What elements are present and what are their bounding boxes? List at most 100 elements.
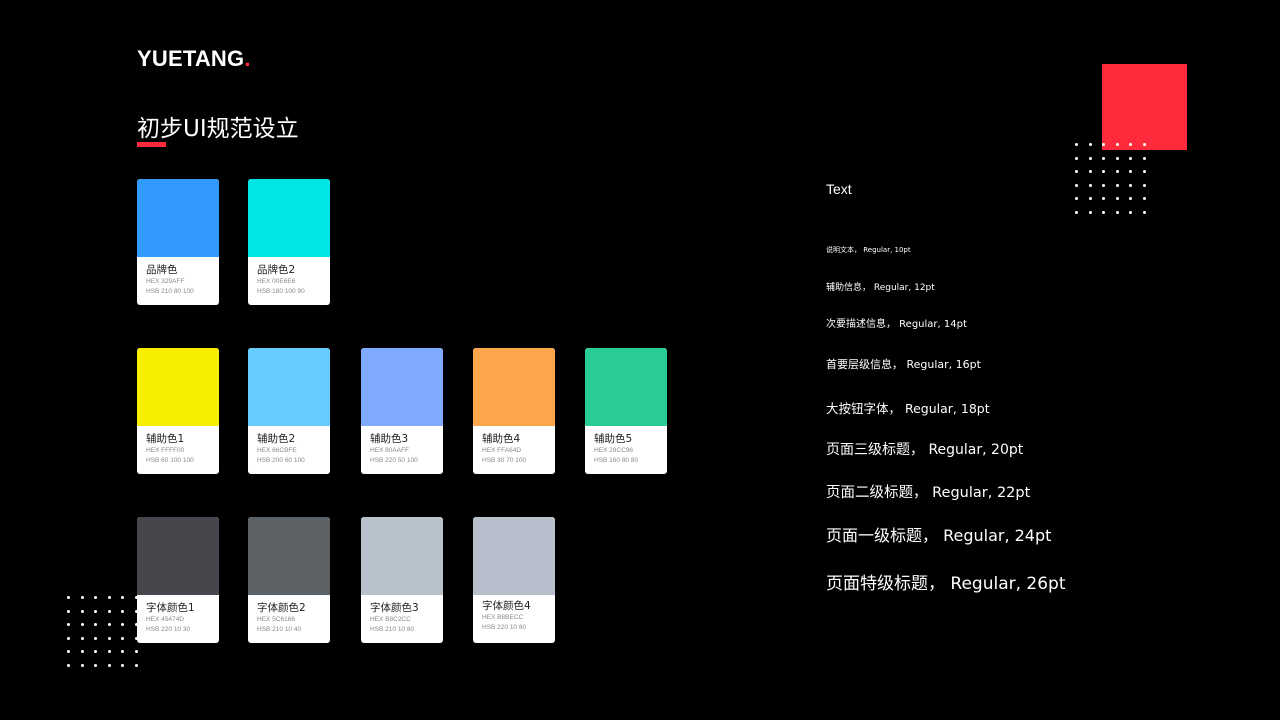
dot bbox=[80, 650, 84, 654]
color-swatch-accent-4: 辅助色4 HEX FFA64D HSB 30 70 100 bbox=[473, 348, 555, 474]
color-swatch-accent-2: 辅助色2 HEX 66CBFE HSB 200 60 100 bbox=[248, 348, 330, 474]
dot bbox=[107, 609, 111, 613]
swatch-hex: HEX 00E6E6 bbox=[257, 278, 296, 285]
swatch-hex: HEX FFFF00 bbox=[146, 447, 185, 454]
dot bbox=[1143, 156, 1146, 160]
dot bbox=[94, 664, 98, 667]
swatch-color bbox=[248, 179, 330, 257]
dot bbox=[1102, 211, 1106, 214]
brand-name: YUETANG bbox=[137, 46, 245, 71]
type-sample-24pt: 页面一级标题， Regular, 24pt bbox=[826, 526, 1052, 545]
dot bbox=[94, 609, 98, 613]
dot bbox=[1143, 183, 1146, 187]
swatch-color bbox=[137, 348, 219, 426]
dot bbox=[1075, 143, 1078, 146]
dot bbox=[94, 623, 98, 627]
dot bbox=[1088, 197, 1092, 201]
swatch-hex: HEX 329AFF bbox=[146, 278, 185, 285]
swatch-color bbox=[585, 348, 667, 426]
dot bbox=[1115, 143, 1119, 146]
swatch-color bbox=[137, 179, 219, 257]
dot bbox=[121, 636, 125, 640]
color-swatch-text-4: 字体颜色4 HEX B8BECC HSB 220 10 80 bbox=[473, 517, 555, 643]
swatch-name: 辅助色1 bbox=[146, 433, 185, 445]
dot bbox=[94, 650, 98, 654]
dot bbox=[121, 596, 125, 599]
dot bbox=[1102, 143, 1106, 146]
swatch-color bbox=[473, 348, 555, 426]
dot bbox=[1102, 156, 1106, 160]
swatch-hex: HEX 45474D bbox=[146, 616, 184, 623]
dot bbox=[1129, 197, 1133, 201]
decorative-red-square bbox=[1102, 64, 1187, 150]
swatch-hex: HEX 80AAFF bbox=[370, 447, 410, 454]
dot bbox=[1143, 197, 1146, 201]
swatch-hsb: HSB 60 100 100 bbox=[146, 457, 194, 464]
dot bbox=[80, 636, 84, 640]
dot bbox=[80, 623, 84, 627]
dot bbox=[1129, 143, 1133, 146]
dot bbox=[1129, 156, 1133, 160]
dot bbox=[67, 636, 70, 640]
type-sample-20pt: 页面三级标题， Regular, 20pt bbox=[826, 442, 1024, 458]
color-swatch-accent-5: 辅助色5 HEX 29CC96 HSB 160 80 80 bbox=[585, 348, 667, 474]
swatch-color bbox=[361, 517, 443, 595]
type-sample-22pt: 页面二级标题， Regular, 22pt bbox=[826, 485, 1031, 501]
dot bbox=[67, 664, 70, 667]
type-sample-16pt: 首要层级信息， Regular, 16pt bbox=[826, 358, 981, 371]
type-sample-12pt: 辅助信息， Regular, 12pt bbox=[826, 283, 935, 293]
dot bbox=[121, 664, 125, 667]
swatch-name: 字体颜色4 bbox=[482, 600, 531, 612]
dot bbox=[121, 609, 125, 613]
dot bbox=[1075, 170, 1078, 174]
dot bbox=[1115, 197, 1119, 201]
dot bbox=[67, 596, 70, 599]
dot bbox=[1129, 211, 1133, 214]
dot bbox=[1088, 170, 1092, 174]
decorative-dot-grid-top bbox=[1075, 143, 1147, 215]
color-swatch-text-2: 字体颜色2 HEX 5C6166 HSB 210 10 40 bbox=[248, 517, 330, 643]
dot bbox=[1143, 170, 1146, 174]
swatch-name: 辅助色5 bbox=[594, 433, 633, 445]
dot bbox=[1115, 156, 1119, 160]
dot bbox=[1129, 170, 1133, 174]
dot bbox=[1115, 170, 1119, 174]
type-sample-18pt: 大按钮字体， Regular, 18pt bbox=[826, 401, 990, 416]
dot bbox=[1088, 211, 1092, 214]
color-swatch-accent-3: 辅助色3 HEX 80AAFF HSB 220 50 100 bbox=[361, 348, 443, 474]
swatch-color bbox=[473, 517, 555, 595]
color-swatch-brand-2: 品牌色2 HEX 00E6E6 HSB 180 100 90 bbox=[248, 179, 330, 305]
page-title: 初步UI规范设立 bbox=[137, 116, 299, 142]
swatch-hex: HEX 5C6166 bbox=[257, 616, 295, 623]
dot bbox=[80, 596, 84, 599]
dot bbox=[94, 636, 98, 640]
swatch-hsb: HSB 30 70 100 bbox=[482, 457, 527, 464]
dot bbox=[107, 623, 111, 627]
swatch-hex: HEX B8C2CC bbox=[370, 616, 411, 623]
swatch-hsb: HSB 160 80 80 bbox=[594, 457, 639, 464]
brand-dot: . bbox=[244, 46, 251, 71]
swatch-name: 字体颜色3 bbox=[370, 602, 419, 614]
swatch-hsb: HSB 220 50 100 bbox=[370, 457, 418, 464]
dot bbox=[1088, 183, 1092, 187]
type-sample-26pt: 页面特级标题， Regular, 26pt bbox=[826, 574, 1066, 594]
swatch-hex: HEX FFA64D bbox=[482, 447, 522, 454]
color-swatch-accent-1: 辅助色1 HEX FFFF00 HSB 60 100 100 bbox=[137, 348, 219, 474]
dot bbox=[67, 609, 70, 613]
dot bbox=[1088, 156, 1092, 160]
dot bbox=[135, 664, 138, 667]
swatch-name: 字体颜色2 bbox=[257, 602, 306, 614]
dot bbox=[1115, 183, 1119, 187]
swatch-color bbox=[361, 348, 443, 426]
dot bbox=[107, 636, 111, 640]
typography-heading: Text bbox=[826, 181, 852, 197]
swatch-color bbox=[137, 517, 219, 595]
swatch-hex: HEX 29CC96 bbox=[594, 447, 634, 454]
color-swatch-text-3: 字体颜色3 HEX B8C2CC HSB 210 10 80 bbox=[361, 517, 443, 643]
dot bbox=[1088, 143, 1092, 146]
dot bbox=[135, 650, 138, 654]
swatch-name: 辅助色3 bbox=[370, 433, 409, 445]
dot bbox=[121, 650, 125, 654]
dot bbox=[80, 609, 84, 613]
swatch-hsb: HSB 210 10 40 bbox=[257, 626, 302, 633]
